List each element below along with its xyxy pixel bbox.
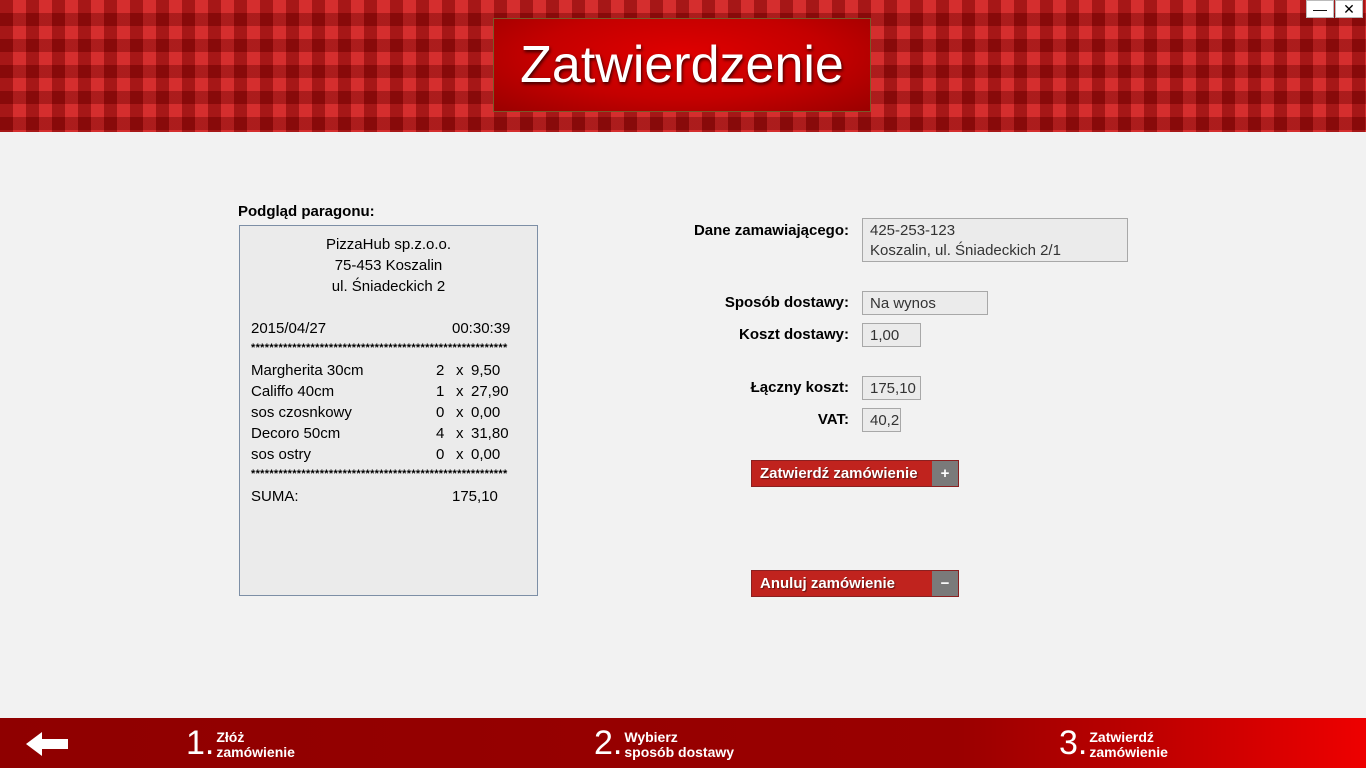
step-3-confirm-order[interactable]: 3. Zatwierdź zamówienie: [1059, 726, 1168, 760]
customer-phone: 425-253-123: [870, 222, 956, 239]
receipt-item-price: 0,00: [471, 404, 501, 421]
receipt-item-qty: 0: [436, 446, 445, 463]
step-text: Złóż zamówienie: [216, 730, 295, 760]
receipt-separator: ****************************************…: [251, 342, 508, 354]
header-banner: Zatwierdzenie: [0, 0, 1366, 132]
customer-data-field[interactable]: 425-253-123 Koszalin, ul. Śniadeckich 2/…: [862, 218, 1128, 262]
step-line1: Złóż: [216, 729, 245, 745]
step-1-place-order[interactable]: 1. Złóż zamówienie: [186, 726, 295, 760]
step-line1: Wybierz: [624, 729, 678, 745]
receipt-item-times: x: [456, 425, 464, 442]
receipt-item-qty: 4: [436, 425, 445, 442]
confirm-order-button[interactable]: Zatwierdź zamówienie +: [751, 460, 959, 487]
receipt-item-times: x: [456, 446, 464, 463]
plus-icon: +: [932, 461, 958, 486]
vat-field[interactable]: 40,2: [862, 408, 901, 432]
customer-data-label: Dane zamawiającego:: [693, 222, 849, 239]
receipt-item-qty: 1: [436, 383, 445, 400]
receipt-item-price: 0,00: [471, 446, 501, 463]
receipt-preview-label: Podgląd paragonu:: [238, 203, 375, 220]
receipt-time: 00:30:39: [452, 320, 511, 337]
receipt-item-qty: 0: [436, 404, 445, 421]
step-text: Wybierz sposób dostawy: [624, 730, 734, 760]
delivery-method-field[interactable]: Na wynos: [862, 291, 988, 315]
arrow-left-icon: [26, 732, 68, 756]
footer-nav: 1. Złóż zamówienie 2. Wybierz sposób dos…: [0, 718, 1366, 768]
receipt-sum-label: SUMA:: [251, 488, 299, 505]
receipt-item-name: sos czosnkowy: [251, 404, 352, 421]
close-button[interactable]: ✕: [1335, 0, 1363, 18]
step-number: 1.: [186, 724, 215, 762]
back-button[interactable]: [26, 732, 70, 756]
receipt-item-name: Califfo 40cm: [251, 383, 335, 400]
delivery-method-label: Sposób dostawy:: [724, 294, 849, 311]
minus-icon: −: [932, 571, 958, 596]
receipt-item-name: Margherita 30cm: [251, 362, 364, 379]
step-2-delivery-method[interactable]: 2. Wybierz sposób dostawy: [594, 726, 734, 760]
vat-label: VAT:: [817, 411, 849, 428]
receipt-separator: ****************************************…: [251, 468, 508, 480]
receipt-address-city: 75-453 Koszalin: [334, 257, 443, 274]
receipt-preview: PizzaHub sp.z.o.o. 75-453 Koszalin ul. Ś…: [239, 225, 538, 596]
receipt-item-name: Decoro 50cm: [251, 425, 341, 442]
delivery-cost-label: Koszt dostawy:: [738, 326, 849, 343]
receipt-item-times: x: [456, 362, 464, 379]
confirm-order-label: Zatwierdź zamówienie: [752, 461, 932, 486]
receipt-item-price: 9,50: [471, 362, 501, 379]
step-line1: Zatwierdź: [1089, 729, 1154, 745]
page-title: Zatwierdzenie: [520, 36, 844, 94]
step-line2: zamówienie: [1089, 744, 1168, 760]
step-text: Zatwierdź zamówienie: [1089, 730, 1168, 760]
total-cost-label: Łączny koszt:: [750, 379, 849, 396]
cancel-order-button[interactable]: Anuluj zamówienie −: [751, 570, 959, 597]
receipt-sum-value: 175,10: [452, 488, 498, 505]
receipt-date: 2015/04/27: [251, 320, 327, 337]
title-banner: Zatwierdzenie: [493, 18, 871, 112]
receipt-item-price: 27,90: [471, 383, 509, 400]
receipt-item-times: x: [456, 404, 464, 421]
receipt-address-street: ul. Śniadeckich 2: [331, 278, 446, 295]
minimize-button[interactable]: —: [1306, 0, 1334, 18]
customer-address: Koszalin, ul. Śniadeckich 2/1: [870, 242, 1061, 259]
cancel-order-label: Anuluj zamówienie: [752, 571, 932, 596]
receipt-item-times: x: [456, 383, 464, 400]
step-line2: zamówienie: [216, 744, 295, 760]
receipt-company: PizzaHub sp.z.o.o.: [325, 236, 452, 253]
receipt-item-qty: 2: [436, 362, 445, 379]
step-line2: sposób dostawy: [624, 744, 735, 760]
total-cost-field[interactable]: 175,10: [862, 376, 921, 400]
step-number: 3.: [1059, 724, 1088, 762]
delivery-cost-field[interactable]: 1,00: [862, 323, 921, 347]
receipt-item-name: sos ostry: [251, 446, 312, 463]
step-number: 2.: [594, 724, 623, 762]
receipt-item-price: 31,80: [471, 425, 509, 442]
